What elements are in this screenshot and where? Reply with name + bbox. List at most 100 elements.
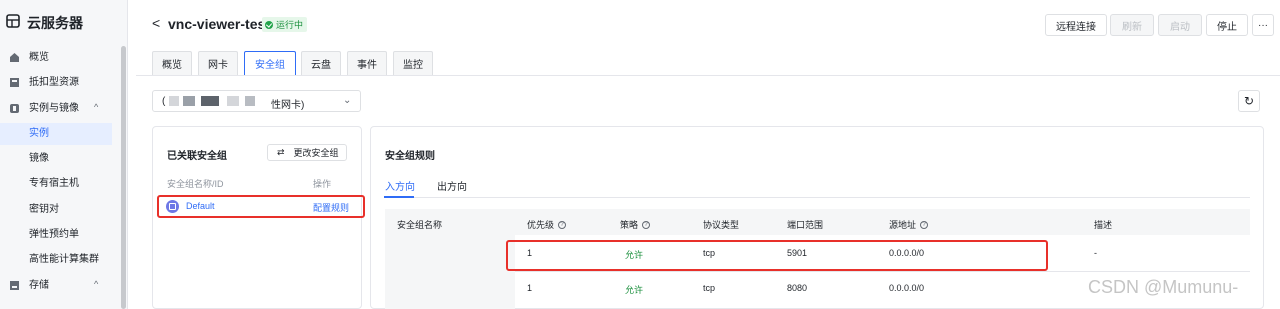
sidebar-subitem-label: 镜像 [29,153,49,164]
th-label: 优先级 [527,220,555,230]
page-title: vnc-viewer-test [168,16,270,32]
th-label: 安全组名称 [397,220,443,230]
refresh-icon[interactable]: ↻ [1238,90,1260,112]
active-tab-indicator [384,196,414,198]
help-icon[interactable]: ? [642,220,651,229]
help-icon[interactable]: ? [558,220,567,229]
th-label: 源地址 [889,220,917,230]
sidebar-subitem-label: 密钥对 [29,204,59,215]
col-header-group-name: 安全组名称/ID [167,179,224,189]
status-text: 运行中 [276,20,304,30]
tab-overview[interactable]: 概览 [152,51,192,75]
th-group-name: 安全组名称 [397,218,442,231]
redacted-block [201,96,219,106]
configure-rules-link[interactable]: 配置规则 [313,201,349,214]
sidebar-item-deduct-resources[interactable]: 抵扣型资源 [0,71,120,95]
th-label: 策略 [620,220,639,230]
sidebar-subitem-dedicated-hosts[interactable]: 专有宿主机 [0,173,112,195]
tab-disks[interactable]: 云盘 [301,51,341,75]
chevron-up-icon: ^ [94,102,99,112]
sidebar-scrollbar[interactable] [121,46,126,309]
instance-icon [10,104,19,113]
refresh-button[interactable]: 刷新 [1110,14,1154,36]
sidebar-subitem-label: 高性能计算集群 [29,254,99,265]
security-group-icon [166,200,179,213]
change-group-label: 更改安全组 [293,148,339,158]
chevron-down-icon: ⌄ [343,95,352,106]
group-name-cell [385,235,515,309]
sidebar-item-storage[interactable]: 存储 ^ [0,274,120,298]
th-label: 端口范围 [787,220,824,230]
th-desc: 描述 [1094,218,1112,231]
nic-select-suffix: 性网卡) [271,100,305,111]
tab-monitoring[interactable]: 监控 [393,51,433,75]
col-header-action: 操作 [313,179,332,189]
th-source: 源地址? [889,218,929,231]
sidebar-item-label: 概览 [29,52,49,63]
cell-policy: 允许 [625,285,644,295]
sidebar-subitem-label: 实例 [29,128,49,139]
sidebar-subitem-hpc-clusters[interactable]: 高性能计算集群 [0,249,112,271]
cell-source: 0.0.0.0/0 [889,283,925,293]
sidebar-item-label: 存储 [29,280,49,291]
more-button[interactable]: ··· [1252,14,1274,36]
th-label: 描述 [1094,220,1113,230]
remote-connect-button[interactable]: 远程连接 [1045,14,1107,36]
sidebar-subitem-reservations[interactable]: 弹性预约单 [0,224,112,246]
th-label: 协议类型 [703,220,740,230]
check-circle-icon [265,20,273,29]
stop-button[interactable]: 停止 [1206,14,1248,36]
nic-select-prefix: ( [162,96,166,107]
rules-title: 安全组规则 [385,151,435,162]
tab-inbound[interactable]: 入方向 [385,178,415,193]
sidebar-item-overview[interactable]: 概览 [0,46,120,70]
tab-security-group[interactable]: 安全组 [244,51,296,75]
sidebar-subitem-label: 专有宿主机 [29,178,79,189]
server-logo-icon [6,14,20,28]
start-button[interactable]: 启动 [1158,14,1202,36]
cell-desc: - [1094,248,1097,258]
sidebar-subitem-images[interactable]: 镜像 [0,148,112,170]
help-icon[interactable]: ? [920,220,929,229]
tab-divider [136,75,1280,76]
direction-divider [384,197,1250,198]
th-priority: 优先级? [527,218,567,231]
tab-events[interactable]: 事件 [347,51,387,75]
watermark: CSDN @Mumunu- [1088,277,1239,297]
redacted-block [227,96,239,106]
chevron-up-icon: ^ [94,279,99,289]
sidebar-item-label: 抵扣型资源 [29,77,79,88]
home-icon [10,53,19,62]
change-group-button[interactable]: ⇄ 更改安全组 [267,144,347,161]
th-protocol: 协议类型 [703,218,739,231]
sidebar-subitem-keypairs[interactable]: 密钥对 [0,199,112,221]
security-group-link[interactable]: Default [186,201,215,211]
brand: 云服务器 [0,0,128,44]
cell-port: 8080 [787,283,808,293]
cell-priority: 1 [527,283,533,293]
highlight-box [506,240,1048,271]
tab-outbound[interactable]: 出方向 [437,178,467,193]
app-root: 云服务器 概览 抵扣型资源 实例与镜像 ^ 实例 镜像 专有宿主机 密钥对 弹性… [0,0,1280,309]
tab-nic[interactable]: 网卡 [198,51,238,75]
sidebar: 云服务器 概览 抵扣型资源 实例与镜像 ^ 实例 镜像 专有宿主机 密钥对 弹性… [0,0,128,309]
swap-icon: ⇄ [277,147,285,157]
associated-groups-title: 已关联安全组 [167,151,227,162]
status-badge: 运行中 [262,17,308,32]
storage-icon [10,281,19,290]
nic-select[interactable]: ( 性网卡) ⌄ [152,90,361,112]
back-icon[interactable]: < [152,15,160,31]
sidebar-subitem-label: 弹性预约单 [29,229,79,240]
sidebar-item-instances-images[interactable]: 实例与镜像 ^ [0,97,120,121]
row-divider [515,271,1250,272]
sidebar-item-label: 实例与镜像 [29,103,79,114]
redacted-block [183,96,195,106]
redacted-block [169,96,179,106]
th-policy: 策略? [620,218,651,231]
brand-name: 云服务器 [27,15,83,31]
redacted-block [245,96,255,106]
box-icon [10,78,19,87]
cell-protocol: tcp [703,283,716,293]
sidebar-subitem-instances[interactable]: 实例 [0,123,112,145]
th-port: 端口范围 [787,218,823,231]
